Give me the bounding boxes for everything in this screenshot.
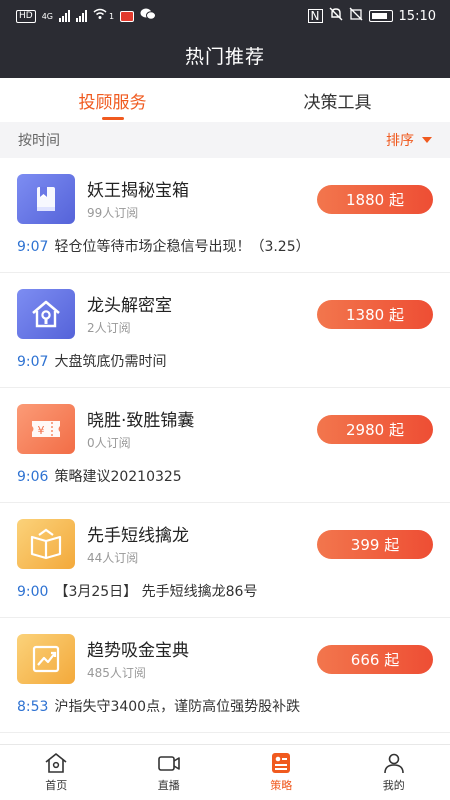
svg-text:¥: ¥ [38, 424, 45, 437]
notification-icon [120, 10, 135, 22]
update-text: 【3月25日】 先手短线擒龙86号 [54, 584, 258, 600]
caret-down-icon [422, 137, 432, 143]
nav-mine-label: 我的 [382, 779, 405, 792]
nav-home-label: 首页 [45, 779, 68, 792]
signal-icon [59, 10, 70, 22]
price-button[interactable]: 1880 起 [317, 185, 433, 214]
subscriber-count: 99人订阅 [87, 206, 139, 220]
update-text: 大盘筑底仍需时间 [54, 354, 167, 370]
filter-bar: 按时间 排序 [0, 122, 450, 158]
list-item[interactable]: 先手短线擒龙 44人订阅 399 起 9:00 【3月25日】 先手短线擒龙86号 [0, 503, 450, 618]
latest-update[interactable]: 9:00 【3月25日】 先手短线擒龙86号 [17, 581, 437, 601]
latest-update[interactable]: 9:06 策略建议20210325 [17, 466, 437, 486]
wifi-icon [93, 8, 107, 24]
strategy-icon [272, 753, 291, 773]
network-type: 4G [41, 11, 53, 21]
tab-decision-tools[interactable]: 决策工具 [225, 78, 450, 122]
latest-update[interactable]: 9:07 大盘筑底仍需时间 [17, 351, 437, 371]
nav-strategy[interactable]: 策略 [225, 745, 338, 800]
update-time: 9:07 [17, 354, 49, 370]
open-book-icon [17, 519, 75, 569]
sort-button[interactable]: 排序 [386, 130, 432, 150]
filter-by-time-label: 按时间 [18, 133, 60, 149]
latest-update[interactable]: 8:53 沪指失守3400点，谨防高位强势股补跌 [17, 696, 437, 716]
service-name: 妖王揭秘宝箱 [87, 181, 189, 201]
battery-icon [368, 10, 393, 22]
update-time: 9:00 [17, 584, 49, 600]
tab-advisory-service[interactable]: 投顾服务 [0, 78, 225, 122]
home-icon [45, 753, 67, 773]
page-header: 热门推荐 [0, 32, 450, 78]
price-button[interactable]: 399 起 [317, 530, 433, 559]
price-button[interactable]: 1380 起 [317, 300, 433, 329]
clock: 15:10 [398, 8, 436, 24]
nav-strategy-label: 策略 [270, 779, 293, 792]
sort-label: 排序 [386, 133, 414, 149]
price-button[interactable]: 666 起 [317, 645, 433, 674]
ticket-icon: ¥ [17, 404, 75, 454]
wechat-icon [140, 8, 157, 24]
book-icon [17, 174, 75, 224]
bottom-navigation: 首页 直播 策略 我的 [0, 744, 450, 800]
service-list: 妖王揭秘宝箱 99人订阅 1880 起 9:07 轻仓位等待市场企稳信号出现！（3… [0, 158, 450, 733]
subscriber-count: 44人订阅 [87, 551, 139, 565]
battery-saver-icon [349, 7, 363, 25]
update-time: 8:53 [17, 699, 49, 715]
tab-bar: 投顾服务 决策工具 [0, 78, 450, 122]
signal-icon-2 [76, 10, 87, 22]
subscriber-count: 485人订阅 [87, 666, 146, 680]
update-text: 轻仓位等待市场企稳信号出现！（3.25） [54, 239, 310, 255]
subscriber-count: 0人订阅 [87, 436, 131, 450]
service-name: 趋势吸金宝典 [87, 641, 189, 661]
video-icon [157, 756, 180, 771]
nav-mine[interactable]: 我的 [338, 745, 450, 800]
status-bar: HD 4G 1 N 15:10 [0, 0, 450, 32]
house-icon [17, 289, 75, 339]
nav-live-label: 直播 [157, 779, 180, 792]
update-text: 沪指失守3400点，谨防高位强势股补跌 [54, 699, 301, 715]
list-item[interactable]: 妖王揭秘宝箱 99人订阅 1880 起 9:07 轻仓位等待市场企稳信号出现！（3… [0, 158, 450, 273]
user-icon [383, 753, 404, 774]
service-name: 晓胜·致胜锦囊 [87, 411, 195, 431]
list-item[interactable]: ¥ 晓胜·致胜锦囊 0人订阅 2980 起 9:06 策略建议20210325 [0, 388, 450, 503]
service-name: 先手短线擒龙 [87, 526, 189, 546]
nfc-icon: N [307, 9, 323, 23]
list-item[interactable]: 趋势吸金宝典 485人订阅 666 起 8:53 沪指失守3400点，谨防高位强势… [0, 618, 450, 733]
update-text: 策略建议20210325 [54, 469, 182, 485]
mute-icon [329, 7, 343, 25]
price-button[interactable]: 2980 起 [317, 415, 433, 444]
wifi-tag: 1 [109, 11, 115, 21]
subscriber-count: 2人订阅 [87, 321, 131, 335]
nav-live[interactable]: 直播 [113, 745, 226, 800]
latest-update[interactable]: 9:07 轻仓位等待市场企稳信号出现！（3.25） [17, 236, 437, 256]
trend-chart-icon [17, 634, 75, 684]
update-time: 9:07 [17, 239, 49, 255]
page-title: 热门推荐 [184, 45, 265, 68]
update-time: 9:06 [17, 469, 49, 485]
list-item[interactable]: 龙头解密室 2人订阅 1380 起 9:07 大盘筑底仍需时间 [0, 273, 450, 388]
nav-home[interactable]: 首页 [0, 745, 113, 800]
hd-indicator: HD [16, 9, 36, 23]
service-name: 龙头解密室 [87, 296, 172, 316]
